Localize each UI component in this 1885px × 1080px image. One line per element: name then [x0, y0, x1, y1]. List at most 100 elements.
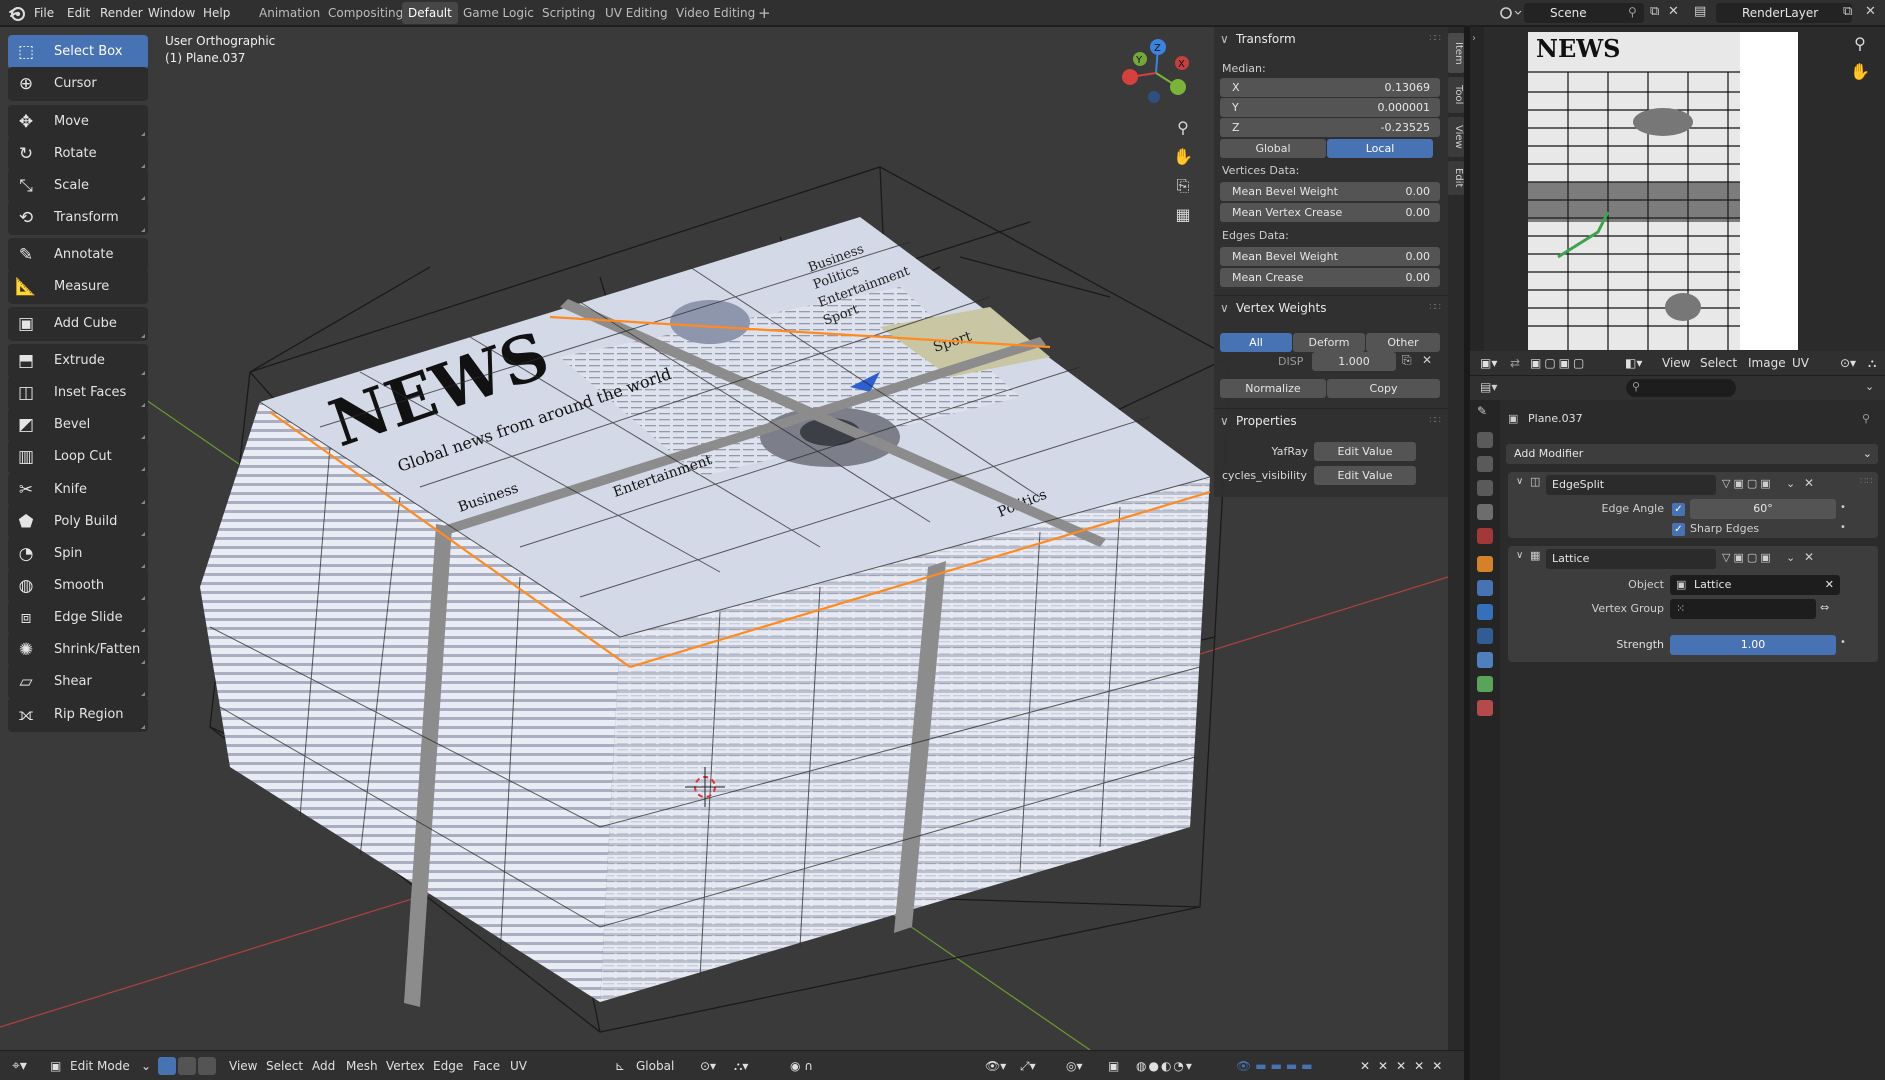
tool-shear[interactable]: ▱ Shear: [8, 665, 148, 699]
new-layer-icon[interactable]: ⧉: [1843, 4, 1852, 19]
scene-field[interactable]: Scene: [1524, 3, 1644, 23]
add-workspace-button[interactable]: +: [752, 2, 777, 24]
render-tab-icon[interactable]: [1477, 432, 1493, 448]
disp-weight-field[interactable]: 1.000: [1312, 352, 1396, 371]
edge-angle-checkbox[interactable]: ✓: [1672, 503, 1685, 516]
shading-mode-icons[interactable]: ◍●◐◔▾: [1136, 1051, 1194, 1080]
tool-bevel[interactable]: ◩ Bevel: [8, 408, 148, 442]
chevron-down-icon[interactable]: ∨: [1516, 476, 1523, 487]
uv-sync-icon[interactable]: ⇄: [1510, 351, 1520, 375]
mode-selector[interactable]: Edit Mode: [70, 1051, 130, 1080]
modifier-visibility-icons[interactable]: ▽▣▢▣: [1722, 477, 1774, 490]
tool-inset-faces[interactable]: ◫ Inset Faces: [8, 376, 148, 410]
workspace-tab-default[interactable]: Default: [402, 2, 458, 24]
orientation-selector[interactable]: Global: [636, 1051, 674, 1080]
face-select-mode-button[interactable]: [198, 1057, 216, 1075]
tool-spin[interactable]: ◔ Spin: [8, 537, 148, 571]
menu-vertex[interactable]: Vertex: [386, 1051, 425, 1080]
tool-measure[interactable]: 📐 Measure: [8, 270, 148, 304]
workspace-tab-uv-editing[interactable]: UV Editing: [599, 2, 674, 24]
output-tab-icon[interactable]: [1477, 456, 1493, 472]
invert-group-icon[interactable]: ⇔: [1820, 601, 1829, 614]
menu-add[interactable]: Add: [312, 1051, 335, 1080]
3d-viewport[interactable]: NEWS Global news from around the world B…: [0, 27, 1464, 1050]
tool-move[interactable]: ✥ Move: [8, 105, 148, 139]
menu-uv[interactable]: UV: [510, 1051, 527, 1080]
edge-select-mode-button[interactable]: [178, 1057, 196, 1075]
tool-rip-region[interactable]: ⟗ Rip Region: [8, 698, 148, 732]
selection-mask-icons[interactable]: 👁▬▬▬▬: [1236, 1051, 1317, 1080]
weights-other-toggle[interactable]: Other: [1366, 333, 1440, 352]
image-zoom-icon[interactable]: ⚲: [1847, 31, 1873, 57]
proportional-edit-icon[interactable]: ◉ ∩: [790, 1051, 813, 1080]
menu-edit[interactable]: Edit: [67, 0, 90, 26]
clear-object-icon[interactable]: ✕: [1825, 575, 1834, 595]
pivot-icon[interactable]: ⊙▾: [700, 1051, 716, 1080]
data-tab-icon[interactable]: [1477, 676, 1493, 692]
tool-smooth[interactable]: ◍ Smooth: [8, 569, 148, 603]
drag-handle-icon[interactable]: ∷∷: [1429, 27, 1441, 51]
cycles-edit-value-button[interactable]: Edit Value: [1314, 466, 1416, 485]
menu-window[interactable]: Window: [148, 0, 195, 26]
pivot-icon[interactable]: ⊙▾: [1840, 351, 1856, 375]
lattice-object-field[interactable]: ▣ Lattice ✕: [1670, 575, 1840, 595]
scene-tab-icon[interactable]: [1477, 504, 1493, 520]
sticky-select-icon[interactable]: ◧▾: [1625, 351, 1642, 375]
ortho-grid-icon[interactable]: ▦: [1170, 202, 1196, 228]
median-z-field[interactable]: Z -0.23525: [1220, 118, 1440, 137]
zoom-icon[interactable]: ⚲: [1170, 115, 1196, 141]
menu-select[interactable]: Select: [266, 1051, 303, 1080]
pin-icon[interactable]: ⚲: [1862, 412, 1870, 425]
drag-handle-icon[interactable]: ∷∷: [1429, 409, 1441, 433]
tool-rotate[interactable]: ↻ Rotate: [8, 137, 148, 171]
delete-layer-icon[interactable]: ✕: [1865, 4, 1876, 19]
chevron-down-icon[interactable]: ⌄: [1786, 551, 1795, 564]
tool-edge-slide[interactable]: ⧈ Edge Slide: [8, 601, 148, 635]
tool-select-box[interactable]: ⬚ Select Box: [8, 35, 148, 69]
chevron-down-icon[interactable]: ∨: [1516, 550, 1523, 561]
constraints-tab-icon[interactable]: [1477, 652, 1493, 668]
edgesplit-name-field[interactable]: EdgeSplit: [1546, 475, 1716, 495]
render-layer-icon[interactable]: ▤: [1694, 4, 1706, 19]
scene-icon[interactable]: [1498, 4, 1522, 22]
overlays-icon[interactable]: ◎▾: [1066, 1051, 1083, 1080]
weights-all-toggle[interactable]: All: [1220, 333, 1292, 352]
workspace-tab-game-logic[interactable]: Game Logic: [457, 2, 540, 24]
add-modifier-button[interactable]: Add Modifier ⌄: [1506, 444, 1878, 464]
delete-scene-icon[interactable]: ✕: [1668, 4, 1679, 19]
tab-view[interactable]: View: [1448, 117, 1464, 157]
editor-type-icon[interactable]: ▣▾: [1480, 351, 1497, 375]
modifier-tab-icon[interactable]: [1477, 580, 1493, 596]
copy-button[interactable]: Copy: [1327, 379, 1440, 398]
vertex-group-field[interactable]: ⁙: [1670, 599, 1816, 619]
drag-handle-icon[interactable]: ∷∷: [1429, 296, 1441, 320]
keyframe-dot-icon[interactable]: •: [1840, 502, 1846, 513]
workspace-tab-compositing[interactable]: Compositing: [322, 2, 409, 24]
tool-transform[interactable]: ⟲ Transform: [8, 201, 148, 235]
snap-icon[interactable]: ⛬▾: [734, 1051, 748, 1080]
tool-poly-build[interactable]: ⬟ Poly Build: [8, 505, 148, 539]
modifier-visibility-icons[interactable]: ▽▣▢▣: [1722, 551, 1774, 564]
chevron-down-icon[interactable]: ⌄: [1865, 380, 1874, 393]
chevron-right-icon[interactable]: ›: [1472, 33, 1476, 44]
menu-render[interactable]: Render: [100, 0, 143, 26]
drag-handle-icon[interactable]: ∷∷: [1860, 476, 1873, 487]
particles-tab-icon[interactable]: [1477, 604, 1493, 620]
xray-toggle-icon[interactable]: ▣: [1108, 1051, 1119, 1080]
image-editor[interactable]: › NEWS ⚲ ✋: [1470, 27, 1885, 374]
tool-shrink-fatten[interactable]: ✺ Shrink/Fatten: [8, 633, 148, 667]
menu-face[interactable]: Face: [473, 1051, 500, 1080]
vertex-weights-header[interactable]: ∨ Vertex Weights ∷∷: [1214, 295, 1448, 319]
snap-icon[interactable]: ⛬: [1868, 351, 1876, 375]
tab-item[interactable]: Item: [1448, 33, 1464, 73]
median-y-field[interactable]: Y 0.000001: [1220, 98, 1440, 117]
tool-scale[interactable]: ⤡ Scale: [8, 169, 148, 203]
workspace-tab-animation[interactable]: Animation: [253, 2, 326, 24]
keyframe-dot-icon[interactable]: •: [1840, 637, 1846, 648]
render-layer-field[interactable]: RenderLayer: [1716, 3, 1852, 23]
menu-select[interactable]: Select: [1700, 351, 1737, 375]
tool-cursor[interactable]: ⊕ Cursor: [8, 67, 148, 101]
median-x-field[interactable]: X 0.13069: [1220, 78, 1440, 97]
menu-edge[interactable]: Edge: [433, 1051, 463, 1080]
mirror-axis-icons[interactable]: ✕✕✕✕✕: [1360, 1051, 1450, 1080]
